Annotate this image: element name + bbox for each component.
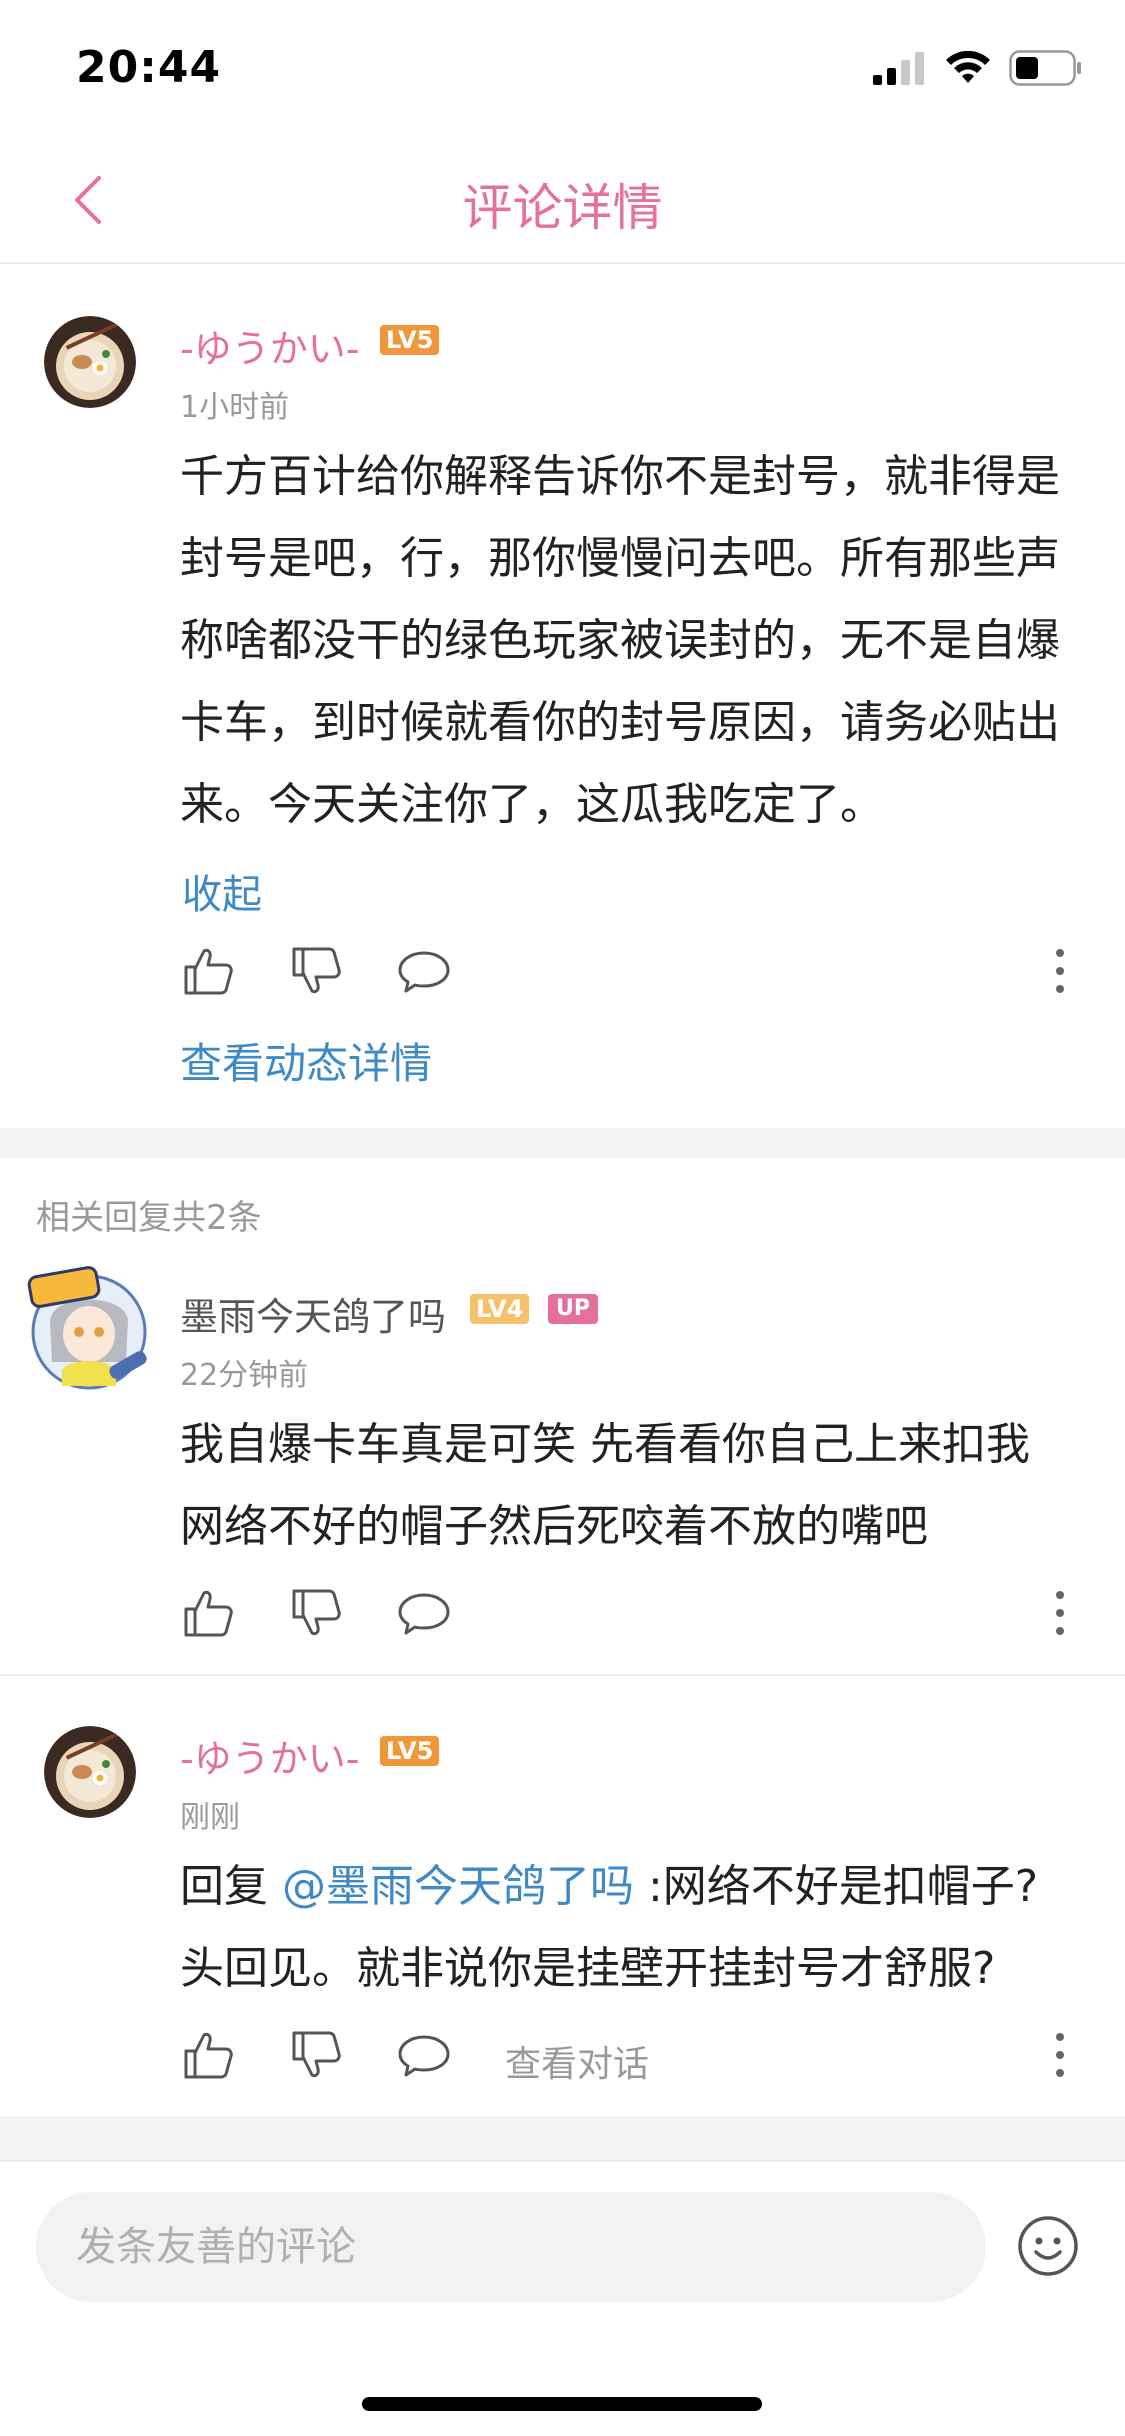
content-line: 来。今天关注你了，这瓜我吃定了。 (180, 779, 884, 830)
like-icon[interactable] (180, 943, 236, 999)
comment-icon[interactable] (396, 943, 452, 999)
content-line: 回复 @墨雨今天鸽了吗 :网络不好是扣帽子? (180, 1846, 1080, 1928)
signal-icon (873, 52, 924, 85)
avatar-anime-icon (27, 1266, 147, 1390)
status-time: 20:44 (76, 42, 222, 93)
level-badge: LV4 (470, 1294, 530, 1324)
comment-input[interactable] (36, 2192, 986, 2302)
section-separator (0, 1128, 1125, 1158)
reply-actions (180, 1585, 1080, 1645)
section-separator (0, 2116, 1125, 2160)
content-line: 千方百计给你解释告诉你不是封号，就非得是 (180, 451, 1060, 502)
dislike-icon[interactable] (288, 1585, 344, 1641)
username[interactable]: -ゆうかい- (180, 1728, 359, 1783)
level-badge: LV5 (380, 1736, 440, 1766)
more-icon[interactable] (1040, 1585, 1080, 1641)
battery-icon (1009, 50, 1081, 86)
content-line: 头回见。就非说你是挂壁开挂封号才舒服? (180, 1943, 996, 1994)
content-line: 封号是吧，行，那你慢慢问去吧。所有那些声 (180, 533, 1060, 584)
nav-bar: 评论详情 (0, 132, 1125, 264)
home-indicator (362, 2397, 762, 2411)
avatar-ramen-icon (44, 316, 136, 408)
app-root: 20:44 评论详情 -ゆうかい- LV5 1小时前 千方百计给你解释告诉你不是… (0, 0, 1125, 2436)
collapse-link[interactable]: 收起 (182, 862, 262, 920)
wifi-icon (946, 51, 990, 83)
reply-actions: 查看对话 (180, 2027, 1080, 2087)
content-text: :网络不好是扣帽子? (634, 1861, 1039, 1912)
comment-content[interactable]: 千方百计给你解释告诉你不是封号，就非得是 封号是吧，行，那你慢慢问去吧。所有那些… (180, 436, 1080, 846)
divider (0, 1674, 1125, 1676)
content-line: 卡车，到时候就看你的封号原因，请务必贴出 (180, 697, 1060, 748)
avatar[interactable] (44, 316, 136, 408)
more-icon[interactable] (1040, 2027, 1080, 2083)
like-icon[interactable] (180, 1585, 236, 1641)
comment-icon[interactable] (396, 2027, 452, 2083)
status-bar: 20:44 (0, 0, 1125, 132)
page-title: 评论详情 (462, 179, 663, 237)
reply-time: 22分钟前 (180, 1358, 309, 1393)
reply-time: 刚刚 (180, 1800, 240, 1835)
replies-count-title: 相关回复共2条 (36, 1198, 262, 1238)
view-conversation-button[interactable]: 查看对话 (505, 2035, 649, 2087)
content-line: 网络不好的帽子然后死咬着不放的嘴吧 (180, 1501, 928, 1552)
username[interactable]: 墨雨今天鸽了吗 (180, 1286, 446, 1341)
reply-content[interactable]: 我自爆卡车真是可笑 先看看你自己上来扣我 网络不好的帽子然后死咬着不放的嘴吧 (180, 1404, 1080, 1568)
comment-time: 1小时前 (180, 390, 290, 425)
content-line: 我自爆卡车真是可笑 先看看你自己上来扣我 (180, 1419, 1030, 1470)
level-badge: LV5 (380, 325, 440, 355)
avatar-ramen-icon (44, 1726, 136, 1818)
emoji-icon[interactable] (1016, 2214, 1080, 2278)
reply-content[interactable]: 回复 @墨雨今天鸽了吗 :网络不好是扣帽子? 头回见。就非说你是挂壁开挂封号才舒… (180, 1846, 1080, 2010)
reply-prefix: 回复 (180, 1861, 282, 1912)
up-badge: UP (548, 1294, 598, 1324)
mention-link[interactable]: @墨雨今天鸽了吗 (282, 1861, 634, 1912)
dislike-icon[interactable] (288, 943, 344, 999)
more-icon[interactable] (1040, 943, 1080, 999)
avatar[interactable] (44, 1726, 136, 1818)
username[interactable]: -ゆうかい- (180, 318, 359, 373)
content-line: 称啥都没干的绿色玩家被误封的，无不是自爆 (180, 615, 1060, 666)
view-detail-link[interactable]: 查看动态详情 (180, 1030, 432, 1091)
comment-actions (180, 943, 1080, 1003)
dislike-icon[interactable] (288, 2027, 344, 2083)
like-icon[interactable] (180, 2027, 236, 2083)
avatar[interactable] (22, 1262, 156, 1396)
comment-icon[interactable] (396, 1585, 452, 1641)
bottom-input-bar (0, 2160, 1125, 2436)
status-icons (873, 50, 1083, 86)
